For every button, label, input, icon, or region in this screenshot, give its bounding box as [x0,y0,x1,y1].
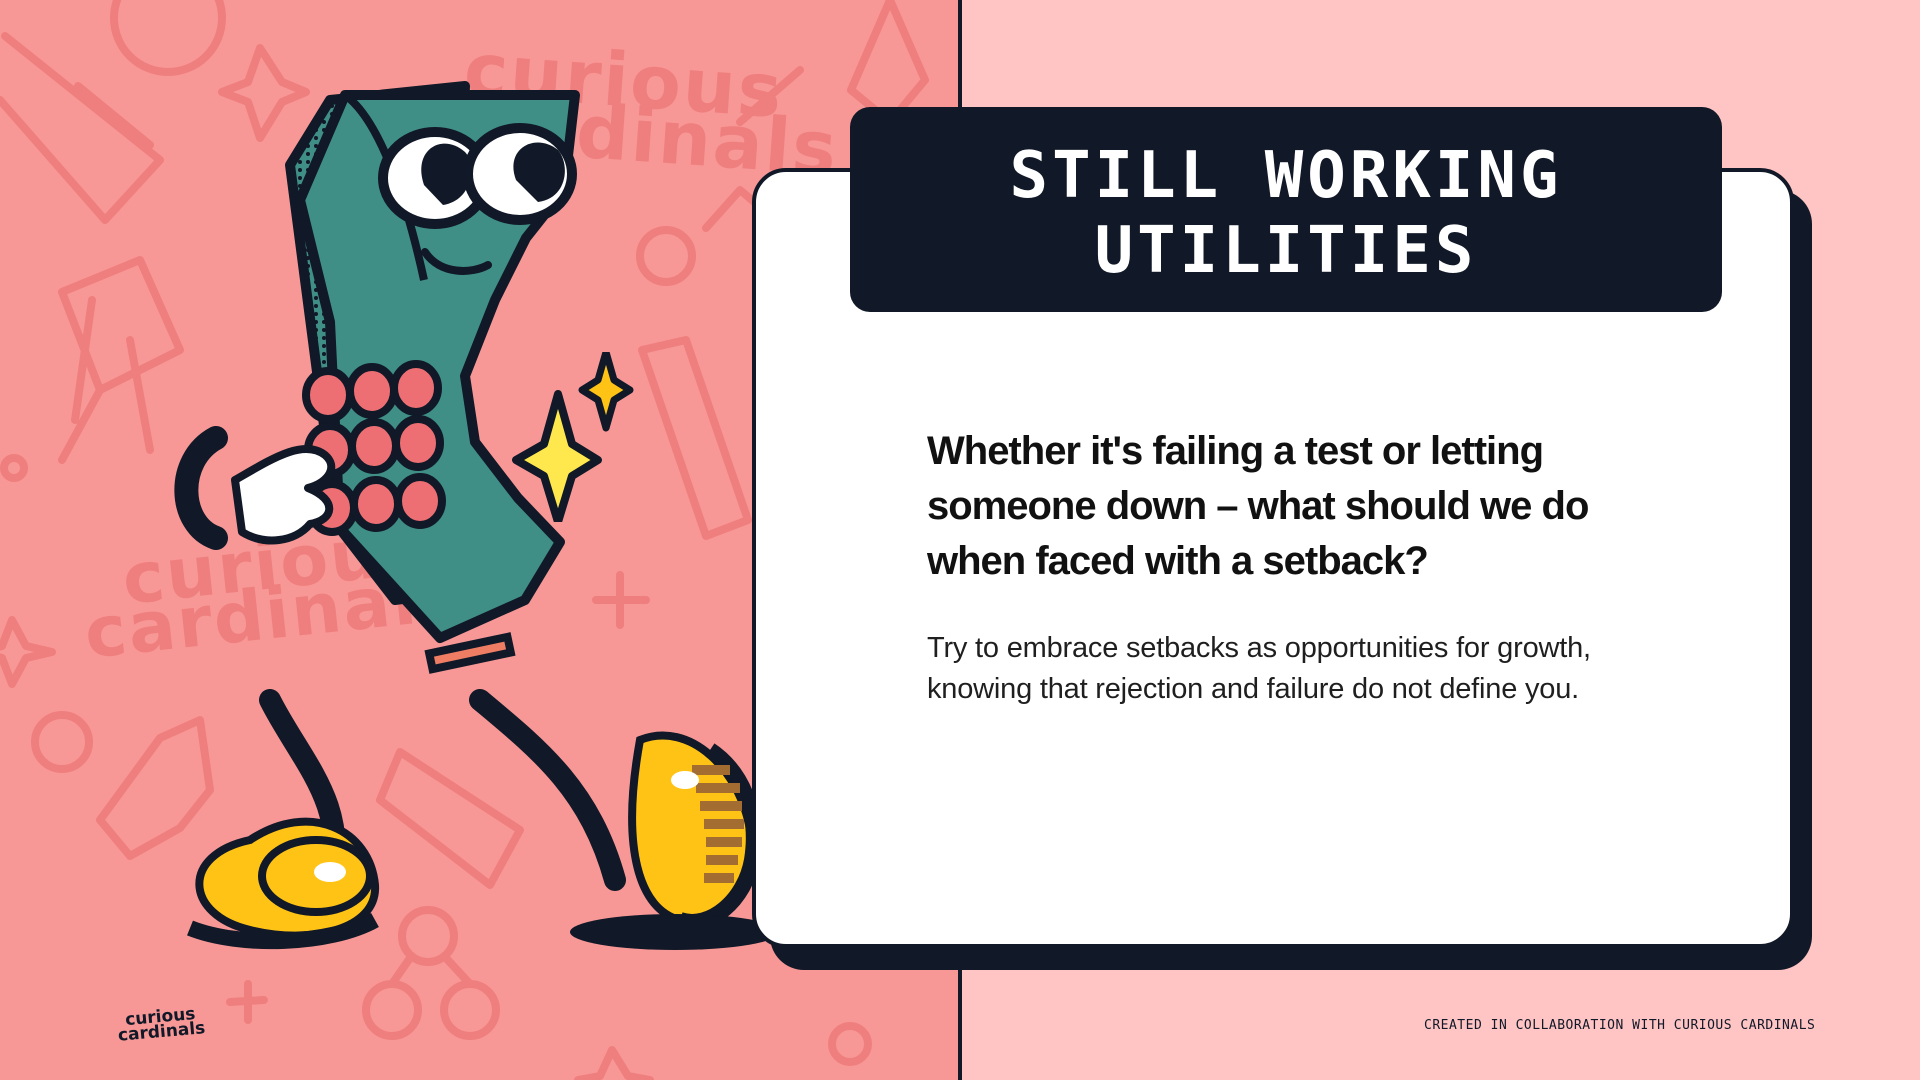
slide-title: STILL WORKING UTILITIES [850,139,1722,289]
title-line-2: UTILITIES [1094,214,1478,288]
slide-heading: Whether it's failing a test or letting s… [927,429,1589,583]
title-line-1: STILL WORKING [1009,139,1563,213]
sparkle-icon [512,352,634,522]
slide-body-text: Try to embrace setbacks as opportunities… [927,632,1591,705]
title-banner: STILL WORKING UTILITIES [850,107,1722,312]
collaboration-credit: CREATED IN COLLABORATION WITH CURIOUS CA… [1424,1018,1816,1033]
